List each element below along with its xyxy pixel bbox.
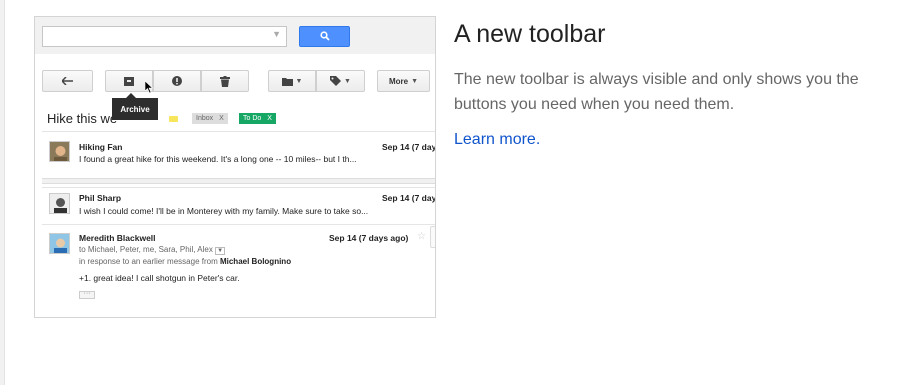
message-sender: Hiking Fan <box>79 142 123 152</box>
back-button[interactable] <box>42 70 93 92</box>
message-recipients[interactable]: to Michael, Peter, me, Sara, Phil, Alex … <box>79 245 226 255</box>
chevron-down-icon: ▼ <box>411 77 419 85</box>
mouse-cursor-icon <box>145 81 153 93</box>
message-date: Sep 14 (7 days ago) <box>329 233 409 243</box>
message-date: Sep 14 (7 day <box>382 142 436 152</box>
avatar <box>49 193 70 214</box>
archive-tooltip: Archive <box>112 93 158 120</box>
reply-prefix: in response to an earlier message from <box>79 257 218 266</box>
back-arrow-icon <box>62 77 73 85</box>
show-trimmed-content-button[interactable]: ··· <box>79 290 95 299</box>
divider <box>42 224 435 225</box>
search-button[interactable] <box>299 26 350 47</box>
divider <box>42 178 435 184</box>
label-tag-icon <box>330 76 342 86</box>
star-icon[interactable]: ☆ <box>417 231 426 242</box>
report-spam-button[interactable] <box>153 70 201 92</box>
inbox-label-text: Inbox <box>196 115 214 122</box>
avatar <box>49 141 70 162</box>
labels-button[interactable]: ▼ <box>316 70 365 92</box>
thread-subject: Hike this we <box>47 111 118 126</box>
folder-icon <box>281 77 293 86</box>
more-label: More <box>388 76 409 86</box>
remove-todo-label-icon[interactable]: X <box>267 115 272 122</box>
more-button[interactable]: More ▼ <box>377 70 430 92</box>
trash-icon <box>220 75 230 87</box>
search-bar: ▼ <box>35 17 435 54</box>
chevron-down-icon[interactable]: ▼ <box>215 247 226 255</box>
divider <box>42 131 435 132</box>
message-sender: Phil Sharp <box>79 193 122 203</box>
message-body: +1. great idea! I call shotgun in Peter'… <box>79 273 240 283</box>
delete-button[interactable] <box>201 70 249 92</box>
message-sender: Meredith Blackwell <box>79 233 156 243</box>
inbox-label[interactable]: Inbox X <box>192 113 228 124</box>
search-icon <box>320 31 330 41</box>
archive-icon <box>124 76 134 86</box>
chevron-down-icon: ▼ <box>344 77 351 85</box>
message-date: Sep 14 (7 day <box>382 193 436 203</box>
todo-label-text: To Do <box>243 115 262 122</box>
report-spam-icon <box>172 76 182 86</box>
feature-description: The new toolbar is always visible and on… <box>454 71 859 113</box>
search-input[interactable]: ▼ <box>42 26 287 47</box>
reply-button[interactable] <box>430 226 435 248</box>
avatar <box>49 233 70 254</box>
move-to-button[interactable]: ▼ <box>268 70 316 92</box>
divider <box>42 187 435 188</box>
reply-name: Michael Bolognino <box>219 257 292 266</box>
learn-more-link[interactable]: Learn more. <box>454 131 540 149</box>
recipients-text: to Michael, Peter, me, Sara, Phil, Alex <box>79 245 213 254</box>
message-snippet: I found a great hike for this weekend. I… <box>79 154 357 164</box>
remove-inbox-label-icon[interactable]: X <box>219 115 224 122</box>
gmail-screenshot: ▼ ▼ ▼ More ▼ Hike this we Inbox X To Do X … <box>34 16 436 318</box>
chevron-down-icon[interactable]: ▼ <box>272 29 281 39</box>
message-snippet: I wish I could come! I'll be in Monterey… <box>79 206 369 216</box>
chevron-down-icon: ▼ <box>295 77 303 85</box>
feature-title: A new toolbar <box>454 20 606 48</box>
reply-context: in response to an earlier message from M… <box>79 257 291 266</box>
todo-label[interactable]: To Do X <box>239 113 276 124</box>
important-marker-icon[interactable] <box>169 116 178 122</box>
